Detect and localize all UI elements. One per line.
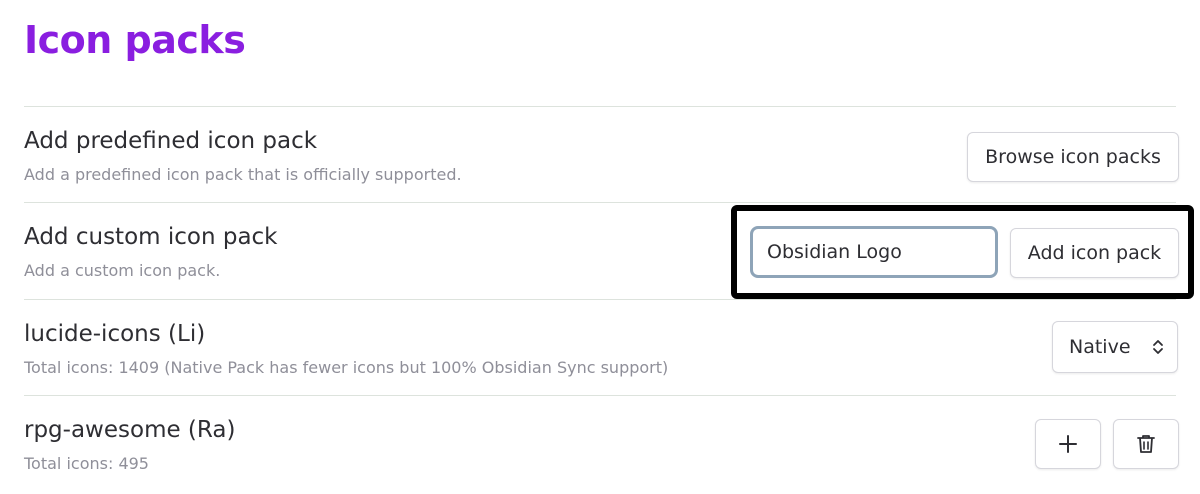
plus-icon bbox=[1059, 435, 1077, 453]
add-icon-pack-button[interactable]: Add icon pack bbox=[1010, 228, 1179, 278]
divider bbox=[24, 299, 1176, 300]
custom-icon-pack-input[interactable] bbox=[750, 226, 998, 278]
setting-name: Add custom icon pack bbox=[24, 224, 278, 250]
icon-pack-name: rpg-awesome (Ra) bbox=[24, 417, 236, 443]
delete-pack-button[interactable] bbox=[1113, 419, 1179, 469]
pack-type-select[interactable]: Native bbox=[1052, 321, 1178, 373]
icon-pack-name: lucide-icons (Li) bbox=[24, 321, 206, 347]
divider bbox=[24, 395, 1176, 396]
page-title: Icon packs bbox=[24, 18, 246, 62]
setting-description: Add a predefined icon pack that is offic… bbox=[24, 165, 462, 184]
select-value: Native bbox=[1069, 336, 1131, 358]
chevron-up-down-icon bbox=[1153, 340, 1163, 354]
icon-pack-description: Total icons: 1409 (Native Pack has fewer… bbox=[24, 358, 669, 377]
add-icons-button[interactable] bbox=[1035, 419, 1101, 469]
divider bbox=[24, 106, 1176, 107]
setting-description: Add a custom icon pack. bbox=[24, 261, 221, 280]
setting-name: Add predefined icon pack bbox=[24, 128, 318, 154]
trash-icon bbox=[1137, 435, 1155, 453]
divider bbox=[24, 202, 1176, 203]
icon-pack-description: Total icons: 495 bbox=[24, 454, 149, 473]
browse-icon-packs-button[interactable]: Browse icon packs bbox=[967, 132, 1179, 182]
